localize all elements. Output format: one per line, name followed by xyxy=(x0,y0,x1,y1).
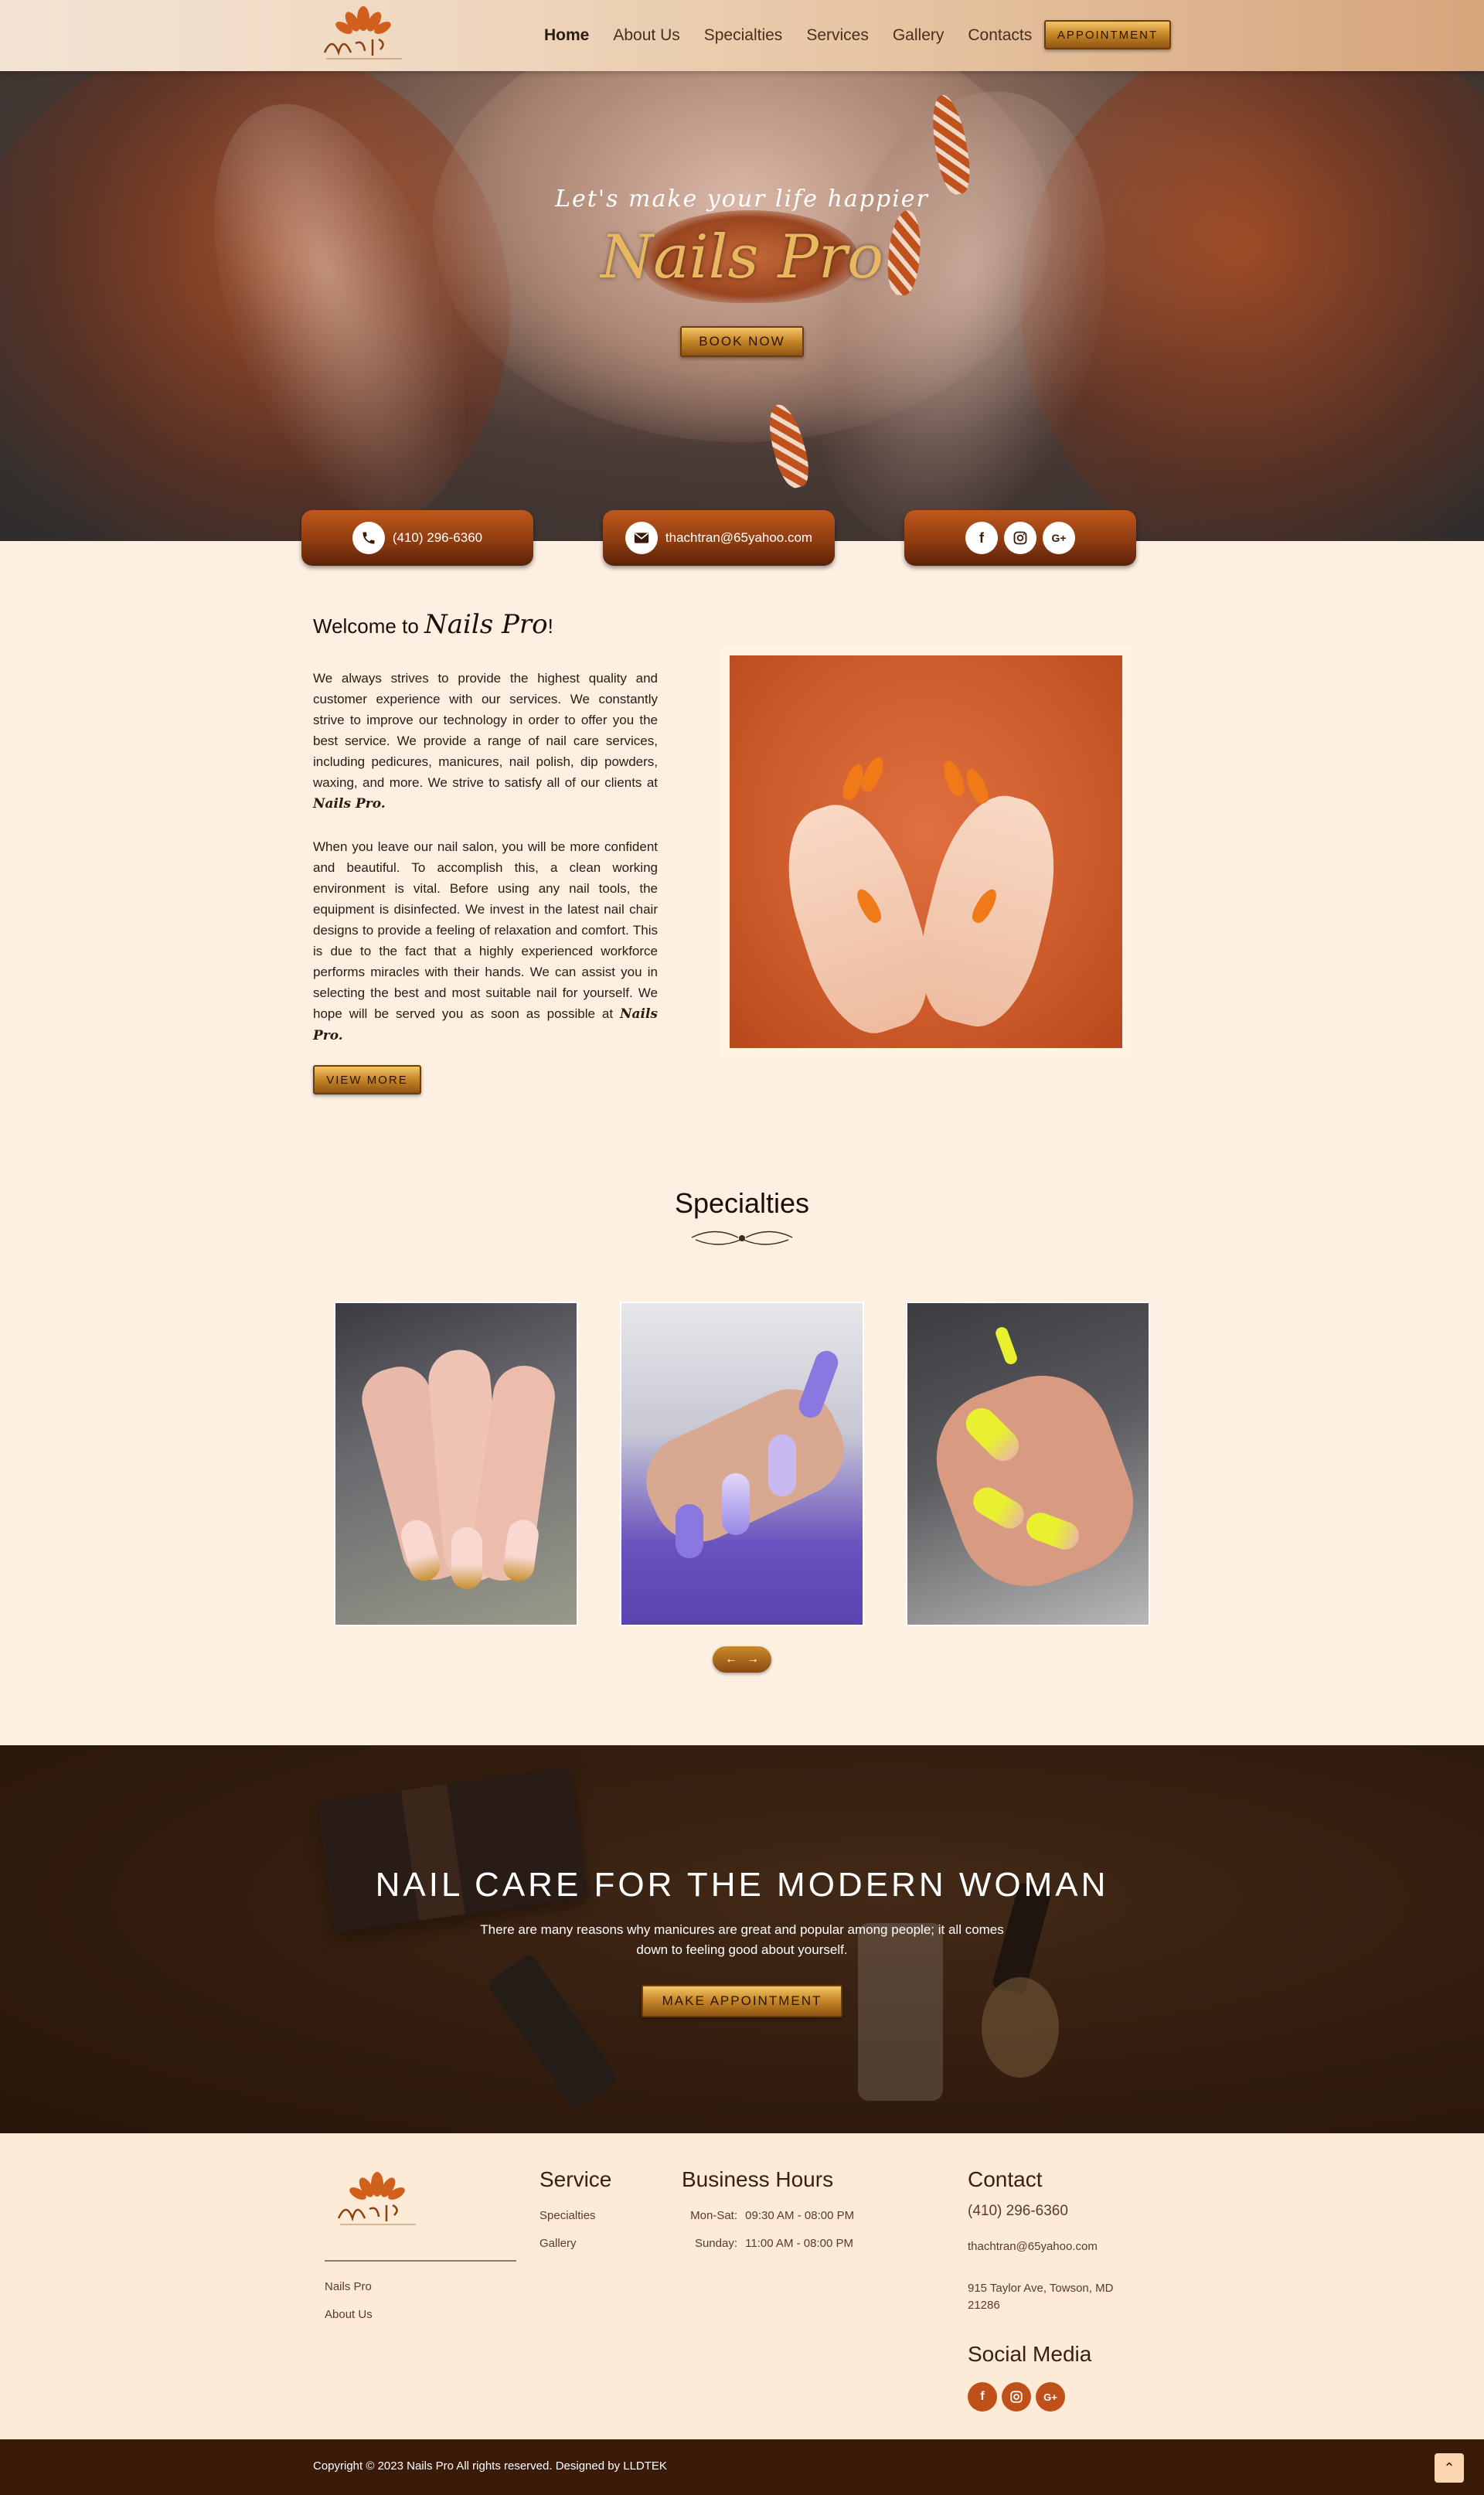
nav-gallery[interactable]: Gallery xyxy=(893,26,945,45)
hours-row: Sunday: 11:00 AM - 08:00 PM xyxy=(682,2237,867,2250)
google-plus-icon[interactable]: G+ xyxy=(1043,522,1075,554)
welcome-image-nail xyxy=(940,758,968,798)
nail xyxy=(768,1435,796,1496)
welcome-title-brand: Nails Pro xyxy=(424,609,548,640)
welcome-paragraph-1-brand: Nails Pro. xyxy=(313,796,386,812)
cta-title: NAIL CARE FOR THE MODERN WOMAN xyxy=(375,1866,1109,1904)
specialties-title: Specialties xyxy=(674,1187,810,1219)
footer-link-gallery[interactable]: Gallery xyxy=(539,2237,577,2250)
welcome-title: Welcome to Nails Pro! xyxy=(313,609,553,640)
welcome-image-hand-left xyxy=(766,790,948,1047)
nav-services[interactable]: Services xyxy=(806,26,869,45)
mail-icon xyxy=(625,522,658,554)
hours-time: 11:00 AM - 08:00 PM xyxy=(745,2237,853,2250)
slider-controls: ← → xyxy=(713,1646,771,1673)
nav-home[interactable]: Home xyxy=(544,26,589,45)
book-now-button[interactable]: BOOK NOW xyxy=(680,326,804,357)
instagram-icon[interactable] xyxy=(1002,2382,1031,2412)
nav-about-us[interactable]: About Us xyxy=(613,26,679,45)
footer-link-specialties[interactable]: Specialties xyxy=(539,2209,596,2222)
bottom-bar: Copyright © 2023 Nails Pro All rights re… xyxy=(0,2439,1484,2495)
footer-service-heading: Service xyxy=(539,2167,612,2191)
hero-tagline: Let's make your life happier xyxy=(555,186,929,213)
welcome-title-suffix: ! xyxy=(547,614,553,638)
phone-text: (410) 296-6360 xyxy=(392,530,483,545)
site-footer: Nails Pro About Us Service Specialties G… xyxy=(0,2133,1484,2439)
nav-contacts[interactable]: Contacts xyxy=(968,26,1032,45)
hours-time: 09:30 AM - 08:00 PM xyxy=(745,2209,855,2222)
facebook-icon[interactable]: f xyxy=(968,2382,997,2412)
footer-divider xyxy=(325,2260,516,2262)
specialty-card-french-gold[interactable] xyxy=(334,1302,578,1626)
welcome-paragraph-2-text: When you leave our nail salon, you will … xyxy=(313,839,658,1021)
instagram-icon[interactable] xyxy=(1004,522,1036,554)
cta-banner: NAIL CARE FOR THE MODERN WOMAN There are… xyxy=(0,1745,1484,2133)
make-appointment-button[interactable]: MAKE APPOINTMENT xyxy=(642,1985,842,2017)
footer-phone[interactable]: (410) 296-6360 xyxy=(968,2203,1068,2220)
specialty-card-neon-yellow[interactable] xyxy=(906,1302,1150,1626)
nav-specialties[interactable]: Specialties xyxy=(704,26,783,45)
copyright-text: Copyright © 2023 Nails Pro All rights re… xyxy=(313,2459,667,2473)
footer-address: 915 Taylor Ave, Towson, MD 21286 xyxy=(968,2282,1114,2312)
nail xyxy=(993,1325,1019,1367)
welcome-paragraph-1: We always strives to provide the highest… xyxy=(313,668,658,815)
footer-link-nails-pro[interactable]: Nails Pro xyxy=(325,2280,372,2293)
footer-social-heading: Social Media xyxy=(968,2342,1092,2366)
footer-hours-heading: Business Hours xyxy=(682,2167,834,2191)
phone-icon xyxy=(352,522,385,554)
google-plus-icon[interactable]: G+ xyxy=(1036,2382,1065,2412)
hero-title: Nails Pro xyxy=(600,223,884,292)
nail xyxy=(722,1473,750,1535)
nail xyxy=(451,1527,482,1589)
hours-row: Mon-Sat: 09:30 AM - 08:00 PM xyxy=(682,2209,867,2222)
footer-email[interactable]: thachtran@65yahoo.com xyxy=(968,2240,1098,2253)
footer-link-about-us[interactable]: About Us xyxy=(325,2308,373,2321)
view-more-button[interactable]: VIEW MORE xyxy=(313,1065,421,1094)
welcome-image-manicure xyxy=(730,655,1122,1048)
welcome-paragraph-1-text: We always strives to provide the highest… xyxy=(313,671,658,790)
email-pill[interactable]: thachtran@65yahoo.com xyxy=(603,510,835,566)
hand xyxy=(917,1356,1149,1606)
hours-day: Sunday: xyxy=(694,2237,737,2250)
facebook-icon[interactable]: f xyxy=(965,522,998,554)
email-text: thachtran@65yahoo.com xyxy=(665,530,813,545)
arrow-right-icon[interactable]: → xyxy=(747,1653,759,1666)
welcome-paragraph-2: When you leave our nail salon, you will … xyxy=(313,836,658,1047)
appointment-button[interactable]: APPOINTMENT xyxy=(1044,20,1171,49)
hours-day: Mon-Sat: xyxy=(690,2209,737,2222)
cta-text: There are many reasons why manicures are… xyxy=(480,1922,1004,1957)
footer-logo[interactable] xyxy=(323,2170,431,2232)
specialty-card-lavender[interactable] xyxy=(620,1302,864,1626)
phone-pill[interactable]: (410) 296-6360 xyxy=(301,510,533,566)
footer-social-icons: f G+ xyxy=(968,2382,1065,2412)
welcome-title-prefix: Welcome to xyxy=(313,614,419,638)
welcome-image-nail xyxy=(962,766,992,806)
footer-contact-heading: Contact xyxy=(968,2167,1043,2191)
social-pill: f G+ xyxy=(904,510,1136,566)
flourish-ornament-icon xyxy=(691,1230,793,1245)
nail xyxy=(795,1347,842,1421)
hero-banner: Let's make your life happier Nails Pro B… xyxy=(0,71,1484,541)
chevron-up-icon[interactable]: ⌃ xyxy=(1435,2453,1464,2483)
site-header: Home About Us Specialties Services Galle… xyxy=(0,0,1484,71)
nails-pro-logo[interactable] xyxy=(309,5,417,66)
main-nav: Home About Us Specialties Services Galle… xyxy=(544,0,1056,71)
arrow-left-icon[interactable]: ← xyxy=(725,1653,737,1666)
nail xyxy=(676,1504,703,1558)
